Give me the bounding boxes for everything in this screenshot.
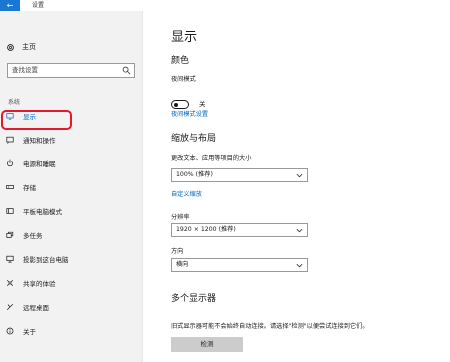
window-title: 设置	[32, 2, 45, 9]
night-mode-settings-link[interactable]: 夜间模式设置	[171, 109, 208, 118]
sidebar-item-remote-desktop[interactable]: 远程桌面	[6, 301, 126, 313]
search-icon[interactable]	[122, 66, 131, 75]
sidebar-item-multitasking[interactable]: 多任务	[6, 229, 126, 241]
sidebar-item-about[interactable]: 关于	[6, 325, 126, 337]
multi-display-description: 旧式显示器可能不会始终自动连接。请选择"检测"以便尝试连接到它们。	[171, 323, 369, 330]
scale-dropdown[interactable]: 100% (推荐)	[171, 168, 308, 182]
chevron-down-icon	[296, 263, 303, 268]
scale-label: 更改文本、应用等项目的大小	[171, 155, 252, 162]
sidebar-item-label: 远程桌面	[23, 304, 49, 312]
info-icon	[6, 327, 14, 335]
chevron-down-icon	[296, 228, 303, 233]
sidebar-item-label: 平板电脑模式	[23, 208, 62, 216]
night-mode-label: 夜间模式	[171, 76, 196, 83]
sidebar-item-power[interactable]: 电源和睡眠	[6, 157, 126, 169]
night-mode-state: 关	[199, 100, 206, 108]
toggle-knob	[174, 102, 178, 107]
monitor-icon	[6, 113, 14, 120]
search-input[interactable]: 查找设置	[7, 63, 135, 78]
sidebar: 主页 查找设置 系统 显示 通知和操作 电源和睡眠 存储 平板电脑模式 多任务 …	[0, 11, 143, 362]
back-button[interactable]: ←	[0, 0, 20, 11]
gear-icon	[7, 43, 14, 51]
sidebar-item-display[interactable]: 显示	[6, 110, 126, 122]
sidebar-item-notifications[interactable]: 通知和操作	[6, 134, 126, 146]
sidebar-item-storage[interactable]: 存储	[6, 181, 126, 193]
storage-icon	[6, 185, 14, 189]
resolution-value: 1920 × 1200 (推荐)	[176, 226, 236, 233]
power-icon	[7, 159, 13, 167]
sidebar-item-project[interactable]: 投影到这台电脑	[6, 253, 126, 265]
home-label: 主页	[22, 43, 36, 51]
night-mode-toggle[interactable]	[171, 100, 189, 109]
sidebar-item-label: 共享的体验	[23, 280, 56, 288]
orientation-dropdown[interactable]: 横向	[171, 258, 308, 272]
scale-value: 100% (推荐)	[176, 171, 213, 178]
sidebar-item-label: 投影到这台电脑	[23, 256, 69, 264]
sidebar-item-shared-experiences[interactable]: 共享的体验	[6, 277, 126, 289]
sidebar-item-label: 多任务	[23, 232, 43, 240]
main-content: 显示 颜色 夜间模式 关 夜间模式设置 缩放与布局 更改文本、应用等项目的大小 …	[143, 11, 450, 362]
sidebar-item-tablet-mode[interactable]: 平板电脑模式	[6, 205, 126, 217]
scale-heading: 缩放与布局	[171, 134, 217, 144]
tablet-icon	[6, 208, 14, 214]
sidebar-item-label: 通知和操作	[23, 137, 56, 145]
project-icon	[6, 255, 14, 263]
notification-icon	[6, 136, 14, 144]
multi-display-heading: 多个显示器	[171, 294, 217, 304]
orientation-label: 方向	[171, 248, 184, 255]
detect-button[interactable]: 检测	[171, 337, 243, 352]
sidebar-item-label: 存储	[23, 184, 36, 192]
title-bar: ← 设置	[0, 0, 450, 11]
multitask-icon	[6, 231, 14, 238]
section-label-system: 系统	[8, 99, 21, 106]
share-icon	[6, 279, 14, 287]
page-title: 显示	[171, 30, 198, 45]
chevron-down-icon	[296, 173, 303, 178]
resolution-dropdown[interactable]: 1920 × 1200 (推荐)	[171, 223, 308, 237]
resolution-label: 分辨率	[171, 214, 190, 221]
custom-scale-link[interactable]: 自定义缩放	[171, 189, 202, 198]
remote-icon	[6, 303, 14, 311]
home-nav-item[interactable]: 主页	[6, 42, 36, 52]
orientation-value: 横向	[176, 261, 189, 268]
sidebar-item-label: 显示	[23, 113, 36, 121]
search-placeholder: 查找设置	[12, 66, 38, 74]
sidebar-item-label: 电源和睡眠	[23, 160, 56, 168]
color-heading: 颜色	[171, 56, 190, 66]
sidebar-item-label: 关于	[23, 328, 36, 336]
